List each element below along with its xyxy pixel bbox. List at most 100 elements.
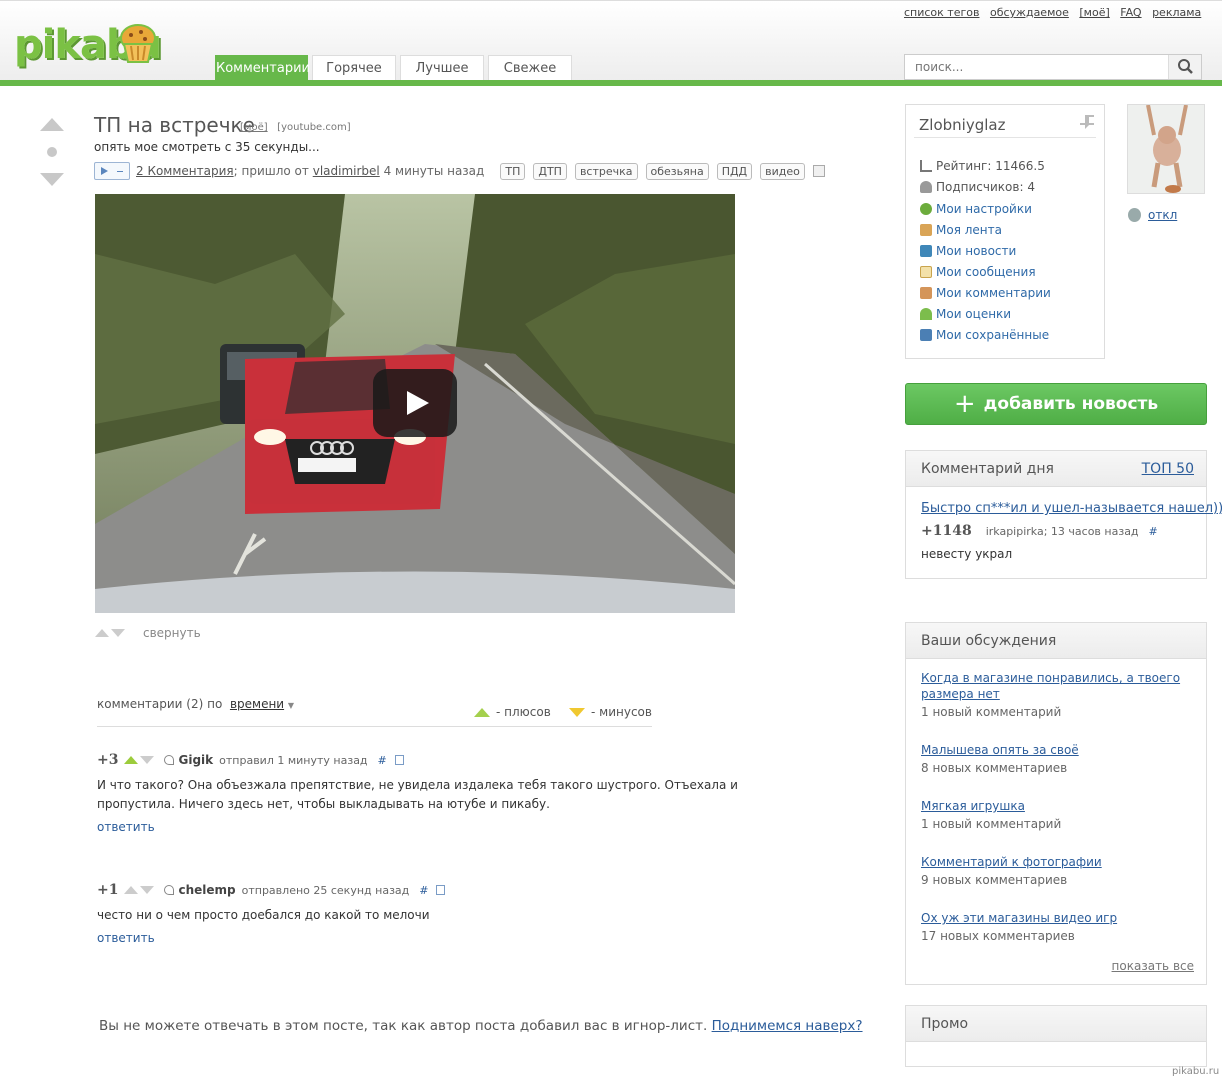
discussions-title: Ваши обсуждения	[921, 633, 1057, 649]
user-link-news[interactable]: Мои новости	[920, 244, 1016, 258]
tag-pdd[interactable]: ПДД	[716, 162, 753, 180]
post-bottom-vote-down-icon[interactable]	[111, 629, 125, 637]
discussion-item: Когда в магазине понравились, а твоего р…	[921, 670, 1191, 719]
comments-count-link[interactable]: 2 Комментария	[136, 164, 234, 178]
save-icon[interactable]	[812, 165, 825, 177]
comment-save-icon[interactable]	[436, 885, 446, 895]
discussion-link[interactable]: Когда в магазине понравились, а твоего р…	[921, 671, 1180, 701]
logout-link[interactable]: откл	[1148, 208, 1177, 222]
muffin-logo-icon[interactable]	[119, 24, 157, 64]
user-icon	[164, 755, 175, 765]
user-link-saved[interactable]: Мои сохранённые	[920, 328, 1049, 342]
user-link-comments[interactable]: Мои комментарии	[920, 286, 1051, 300]
comment-of-day-author[interactable]: irkapipirka; 13 часов назад	[986, 525, 1139, 538]
post-meta: 2 Комментария ; пришло от vladimirbel 4 …	[94, 161, 825, 181]
comment-vote-down-icon[interactable]	[140, 756, 155, 764]
username[interactable]: Zlobniyglaz	[919, 116, 1005, 134]
collapse-row: свернуть	[95, 626, 201, 640]
post-bottom-vote-up-icon[interactable]	[95, 629, 109, 637]
avatar[interactable]	[1127, 104, 1205, 194]
tab-fresh[interactable]: Свежее	[488, 55, 572, 80]
comment-permalink[interactable]: #	[378, 754, 387, 767]
envelope-icon	[920, 266, 932, 278]
comment-vote-up-icon[interactable]	[124, 756, 139, 764]
user-link-messages[interactable]: Мои сообщения	[920, 265, 1036, 279]
tab-comments[interactable]: Комментарии	[215, 55, 310, 80]
tag-vstrechka[interactable]: встречка	[574, 162, 638, 180]
post-vote-down-icon[interactable]	[40, 173, 64, 186]
comment-save-icon[interactable]	[394, 755, 404, 765]
top-link-discussed[interactable]: обсуждаемое	[990, 6, 1069, 19]
search-button[interactable]	[1168, 55, 1201, 79]
comments-header: комментарии (2) по времени ▼ - плюсов - …	[97, 697, 652, 727]
user-link-feed[interactable]: Моя лента	[920, 223, 1002, 237]
chevron-down-icon[interactable]: ▼	[288, 701, 294, 710]
top50-link[interactable]: ТОП 50	[1142, 461, 1194, 477]
post-author[interactable]: vladimirbel	[313, 164, 380, 178]
legend-plus: - плюсов	[474, 705, 551, 719]
comment-author[interactable]: Gigik	[178, 753, 213, 767]
comment-permalink[interactable]: #	[419, 884, 428, 897]
user-link-settings[interactable]: Мои настройки	[920, 202, 1032, 216]
rating-icon	[920, 160, 932, 172]
post-description: опять мое смотреть с 35 секунды...	[94, 140, 320, 154]
mine-tag[interactable]: [моё]	[240, 122, 268, 133]
legend-plus-label: - плюсов	[496, 705, 551, 719]
legend-minus: - минусов	[569, 705, 652, 719]
play-toggle-icon[interactable]	[94, 162, 130, 180]
comment-of-day-score: +1148	[921, 523, 972, 539]
comment-vote-down-icon[interactable]	[140, 886, 155, 894]
promo-box: Промо	[905, 1005, 1207, 1067]
back-to-top-link[interactable]: Поднимемся наверх?	[712, 1018, 863, 1034]
collapse-link[interactable]: свернуть	[143, 626, 201, 640]
discussions-box: Ваши обсуждения Когда в магазине понрави…	[905, 622, 1207, 985]
top-link-tags[interactable]: список тегов	[904, 6, 979, 19]
tag-tp[interactable]: ТП	[500, 162, 526, 180]
pin-icon[interactable]	[1078, 113, 1096, 131]
post-title[interactable]: ТП на встречке	[94, 113, 255, 137]
discussion-item: Малышева опять за своё 8 новых комментар…	[921, 742, 1191, 775]
floppy-icon	[920, 329, 932, 341]
top-link-ads[interactable]: реклама	[1152, 6, 1201, 19]
comment-of-day-meta: +1148 irkapipirka; 13 часов назад #	[921, 523, 1158, 539]
promo-header: Промо	[906, 1006, 1206, 1042]
logout[interactable]: откл	[1128, 208, 1177, 222]
comment-reply-link[interactable]: ответить	[97, 820, 787, 834]
feed-icon	[920, 224, 932, 236]
comments-count-label: комментарии (2) по	[97, 697, 223, 711]
tag-dtp[interactable]: ДТП	[533, 162, 567, 180]
show-all-link[interactable]: показать все	[1112, 959, 1194, 973]
tag-video[interactable]: видео	[760, 162, 805, 180]
discussion-link[interactable]: Мягкая игрушка	[921, 799, 1025, 813]
comment-of-day-post-link[interactable]: Быстро сп***ил и ушел-называется нашел))…	[921, 501, 1222, 516]
discussion-link[interactable]: Ох уж эти магазины видео игр	[921, 911, 1117, 925]
plus-triangle-icon	[474, 707, 490, 717]
post-vote-neutral-icon[interactable]	[47, 147, 57, 157]
post-vote-up-icon[interactable]	[40, 118, 64, 131]
watermark: pikabu.ru	[1172, 1066, 1220, 1077]
comment-of-day-permalink[interactable]: #	[1149, 525, 1158, 538]
add-news-label: добавить новость	[983, 394, 1159, 414]
ignore-list-text: Вы не можете отвечать в этом посте, так …	[99, 1018, 708, 1034]
add-news-button[interactable]: + добавить новость	[905, 383, 1207, 425]
top-link-mine[interactable]: [моё]	[1079, 6, 1109, 19]
tab-best[interactable]: Лучшее	[400, 55, 484, 80]
comment-action: отправлено 25 секунд назад	[241, 883, 410, 897]
discussion-item: Мягкая игрушка 1 новый комментарий	[921, 798, 1191, 831]
video-play-icon[interactable]	[373, 369, 457, 437]
comment-icon	[920, 287, 932, 299]
search-input[interactable]	[905, 55, 1169, 79]
discussion-link[interactable]: Комментарий к фотографии	[921, 855, 1102, 869]
top-link-faq[interactable]: FAQ	[1120, 6, 1141, 19]
comment-vote-up-icon[interactable]	[124, 886, 139, 894]
comment-author[interactable]: chelemp	[178, 883, 235, 897]
comment-reply-link[interactable]: ответить	[97, 931, 787, 945]
sort-by-time-dropdown[interactable]: времени	[230, 697, 284, 711]
logout-icon	[1128, 208, 1141, 222]
tab-hot[interactable]: Горячее	[312, 55, 396, 80]
header-green-bar	[0, 80, 1222, 86]
comment-score: +3	[97, 752, 119, 768]
tag-obezyana[interactable]: обезьяна	[645, 162, 709, 180]
user-link-ratings[interactable]: Мои оценки	[920, 307, 1011, 321]
discussion-link[interactable]: Малышева опять за своё	[921, 743, 1079, 757]
